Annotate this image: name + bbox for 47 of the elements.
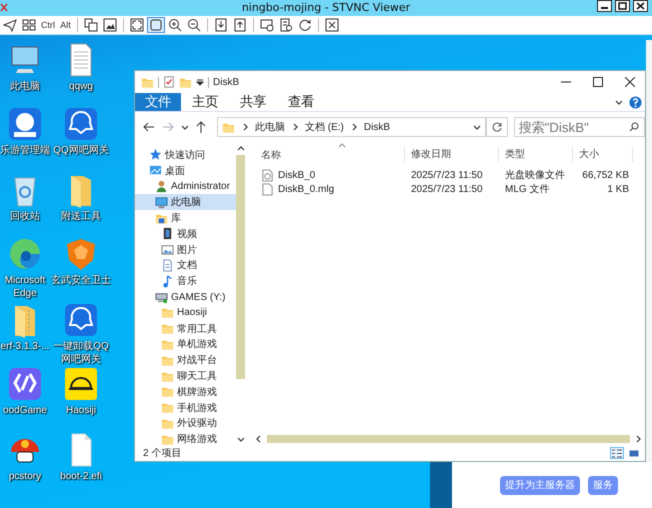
- breadcrumb-item[interactable]: 此电脑: [255, 120, 285, 134]
- file-row[interactable]: DiskB_0 2025/7/23 11:50 光盘映像文件 66,752 KB: [255, 168, 645, 182]
- nav-item[interactable]: 音乐: [135, 273, 236, 290]
- nav-item[interactable]: Haosiji: [135, 304, 236, 321]
- nav-item[interactable]: 对战平台: [135, 352, 236, 368]
- nav-item[interactable]: Administrator: [135, 178, 236, 194]
- nav-item[interactable]: GAMES (Y:): [135, 289, 236, 305]
- ribbon-tab[interactable]: 主页: [181, 93, 229, 111]
- file-date: 2025/7/23 11:50: [410, 184, 484, 194]
- toolbar-button[interactable]: Ctrl: [39, 17, 57, 33]
- column-header[interactable]: 名称: [255, 147, 405, 162]
- nav-item[interactable]: 网络游戏: [135, 431, 236, 445]
- nav-item[interactable]: 视频: [135, 226, 236, 242]
- toolbar-button[interactable]: Alt: [58, 17, 73, 33]
- search-field[interactable]: 搜索"DiskB": [514, 117, 645, 137]
- nav-item[interactable]: 桌面: [135, 162, 236, 179]
- ribbon-tab[interactable]: 文件: [135, 93, 181, 111]
- file-size: 1 KB: [606, 184, 630, 194]
- nav-item[interactable]: 快速访问: [135, 147, 236, 163]
- nav-item[interactable]: 库: [135, 210, 236, 226]
- window-title: ningbo-mojing - STVNC Viewer: [242, 0, 410, 16]
- breadcrumb-item[interactable]: 文档 (E:): [305, 120, 344, 134]
- nav-item[interactable]: 聊天工具: [135, 368, 236, 384]
- column-header[interactable]: 修改日期: [405, 147, 499, 162]
- ribbon-tab[interactable]: 共享: [229, 93, 277, 111]
- nav-item[interactable]: 棋牌游戏: [135, 384, 236, 400]
- file-row[interactable]: DiskB_0.mlg 2025/7/23 11:50 MLG 文件 1 KB: [255, 182, 645, 196]
- column-header[interactable]: 类型: [499, 147, 573, 162]
- file-date: 2025/7/23 11:50: [410, 170, 484, 180]
- file-size: 66,752 KB: [581, 170, 630, 180]
- file-name: DiskB_0.mlg: [278, 184, 334, 194]
- file-type: MLG 文件: [504, 182, 550, 196]
- nav-item[interactable]: 单机游戏: [135, 336, 236, 352]
- nav-item[interactable]: 此电脑: [135, 194, 236, 210]
- item-count: 2 个项目: [143, 447, 182, 460]
- nav-item[interactable]: 图片: [135, 242, 236, 258]
- ribbon-tab[interactable]: 查看: [277, 93, 325, 111]
- file-name: DiskB_0: [278, 170, 316, 180]
- nav-item[interactable]: 常用工具: [135, 320, 236, 337]
- nav-item[interactable]: 文档: [135, 258, 236, 274]
- nav-item[interactable]: 外设驱动: [135, 416, 236, 432]
- file-type: 光盘映像文件: [504, 168, 566, 182]
- column-header[interactable]: 大小: [573, 147, 633, 162]
- address-bar[interactable]: 此电脑 文档 (E:) DiskB: [217, 117, 486, 137]
- window-title: DiskB: [213, 76, 240, 88]
- breadcrumb-item[interactable]: DiskB: [364, 122, 390, 132]
- nav-item[interactable]: 手机游戏: [135, 400, 236, 416]
